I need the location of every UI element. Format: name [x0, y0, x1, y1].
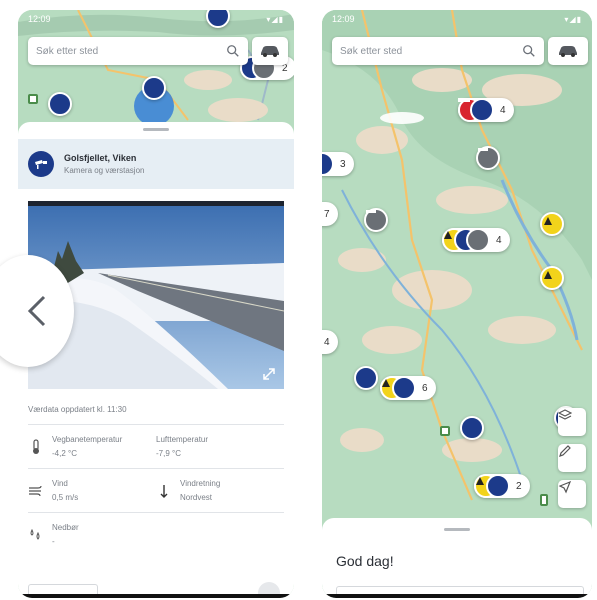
road-closed-icon	[458, 98, 470, 102]
weather-label: Vind	[52, 479, 68, 488]
weather-value: Nordvest	[180, 493, 213, 502]
weather-wind-direction: Vindretning Nordvest	[156, 479, 284, 502]
map-marker[interactable]	[48, 92, 72, 116]
weather-updated-text: Værdata oppdatert kl. 11:30	[28, 405, 127, 414]
road-closed-icon	[366, 210, 376, 213]
edit-button[interactable]	[558, 444, 586, 472]
weather-value: 0,5 m/s	[52, 493, 79, 502]
navigation-arrow-icon	[558, 480, 572, 494]
map-marker[interactable]	[142, 76, 166, 100]
vehicle-filter-button[interactable]	[548, 37, 588, 65]
map-marker[interactable]	[540, 266, 564, 290]
status-icons: ▾◢▮	[266, 14, 284, 24]
weather-label: Vindretning	[180, 479, 221, 488]
search-input[interactable]: Søk etter sted	[332, 37, 544, 65]
cluster-count: 4	[500, 104, 506, 116]
divider	[28, 424, 284, 425]
layers-button[interactable]	[558, 408, 586, 436]
location-header: Golsfjellet, Viken Kamera og værstasjon	[18, 139, 294, 189]
weather-label: Vegbanetemperatur	[52, 435, 123, 444]
thermometer-icon	[33, 439, 39, 454]
layers-icon	[558, 409, 572, 420]
system-nav-bar	[322, 594, 592, 598]
pencil-icon	[559, 445, 571, 457]
weather-row: Nedbør -	[28, 523, 284, 556]
weather-row: Vegbanetemperatur -4,2 °C Lufttemperatur…	[28, 435, 284, 469]
map-cluster[interactable]: 2	[474, 474, 530, 498]
car-icon	[559, 46, 577, 57]
cluster-count: 6	[422, 382, 428, 394]
expand-icon[interactable]	[262, 367, 276, 381]
location-title: Golsfjellet, Viken	[64, 153, 137, 163]
search-input[interactable]: Søk etter sted	[28, 37, 248, 65]
map-cluster[interactable]: 6	[380, 376, 436, 400]
car-icon	[261, 46, 279, 57]
weather-label: Lufttemperatur	[156, 435, 209, 444]
roadwork-icon	[444, 231, 452, 239]
weather-value: -4,2 °C	[52, 449, 77, 458]
location-subtitle: Kamera og værstasjon	[64, 166, 145, 175]
system-nav-bar	[18, 594, 294, 598]
weather-label: Nedbør	[52, 523, 79, 532]
detail-sheet: Golsfjellet, Viken Kamera og værstasjon …	[18, 122, 294, 598]
search-icon[interactable]	[226, 44, 240, 58]
map-marker[interactable]	[476, 146, 500, 170]
cluster-count: 7	[324, 208, 330, 220]
map-marker[interactable]	[364, 208, 388, 232]
camera-station-icon	[28, 151, 54, 177]
parking-marker[interactable]	[440, 426, 450, 436]
status-bar: 12:09 ▾◢▮	[18, 10, 294, 28]
weather-row: Vind 0,5 m/s Vindretning Nordvest	[28, 479, 284, 513]
greeting-text: God dag!	[336, 553, 394, 569]
wind-icon	[29, 485, 42, 497]
status-bar: 12:09 ▾◢▮	[322, 10, 592, 28]
parking-marker[interactable]	[540, 494, 548, 506]
raindrops-icon	[30, 528, 40, 540]
map-cluster[interactable]: 4	[458, 98, 514, 122]
roadwork-icon	[544, 271, 552, 279]
cluster-count: 3	[340, 158, 346, 170]
sheet-handle[interactable]	[444, 528, 470, 531]
camera-info-bar	[28, 201, 284, 206]
weather-road-temp: Vegbanetemperatur -4,2 °C	[28, 435, 156, 458]
status-time: 12:09	[332, 14, 355, 24]
search-placeholder: Søk etter sted	[340, 45, 403, 57]
weather-value: -7,9 °C	[156, 449, 181, 458]
map-marker[interactable]	[540, 212, 564, 236]
map-cluster[interactable]: 3	[322, 152, 354, 176]
weather-precipitation: Nedbør -	[28, 523, 284, 546]
search-icon[interactable]	[522, 44, 536, 58]
map-cluster[interactable]: 4	[442, 228, 510, 252]
roadwork-icon	[382, 379, 390, 387]
roadwork-icon	[476, 477, 484, 485]
parking-marker[interactable]	[28, 94, 38, 104]
greeting-sheet: God dag!	[322, 518, 592, 598]
map-marker[interactable]	[354, 366, 378, 390]
cluster-count: 2	[516, 480, 522, 492]
status-time: 12:09	[28, 14, 51, 24]
map-marker[interactable]	[460, 416, 484, 440]
weather-wind: Vind 0,5 m/s	[28, 479, 156, 502]
roadwork-icon	[544, 217, 552, 225]
cluster-count: 4	[324, 336, 330, 348]
road-closed-icon	[478, 148, 488, 151]
weather-value: -	[52, 537, 55, 546]
cluster-count: 4	[496, 234, 502, 246]
my-location-button[interactable]	[558, 480, 586, 508]
right-screen: 4 3 7 4 4 6 2 12:09 ▾◢▮ Søk etter sted G…	[322, 10, 592, 598]
wind-direction-arrow-icon	[160, 485, 168, 498]
weather-air-temp: Lufttemperatur -7,9 °C	[156, 435, 284, 458]
sheet-handle[interactable]	[143, 128, 169, 131]
map[interactable]: 4 3 7 4 4 6 2	[322, 10, 592, 598]
vehicle-filter-button[interactable]	[252, 37, 288, 65]
status-icons: ▾◢▮	[564, 14, 582, 24]
search-placeholder: Søk etter sted	[36, 45, 99, 57]
chevron-left-icon	[27, 295, 46, 327]
